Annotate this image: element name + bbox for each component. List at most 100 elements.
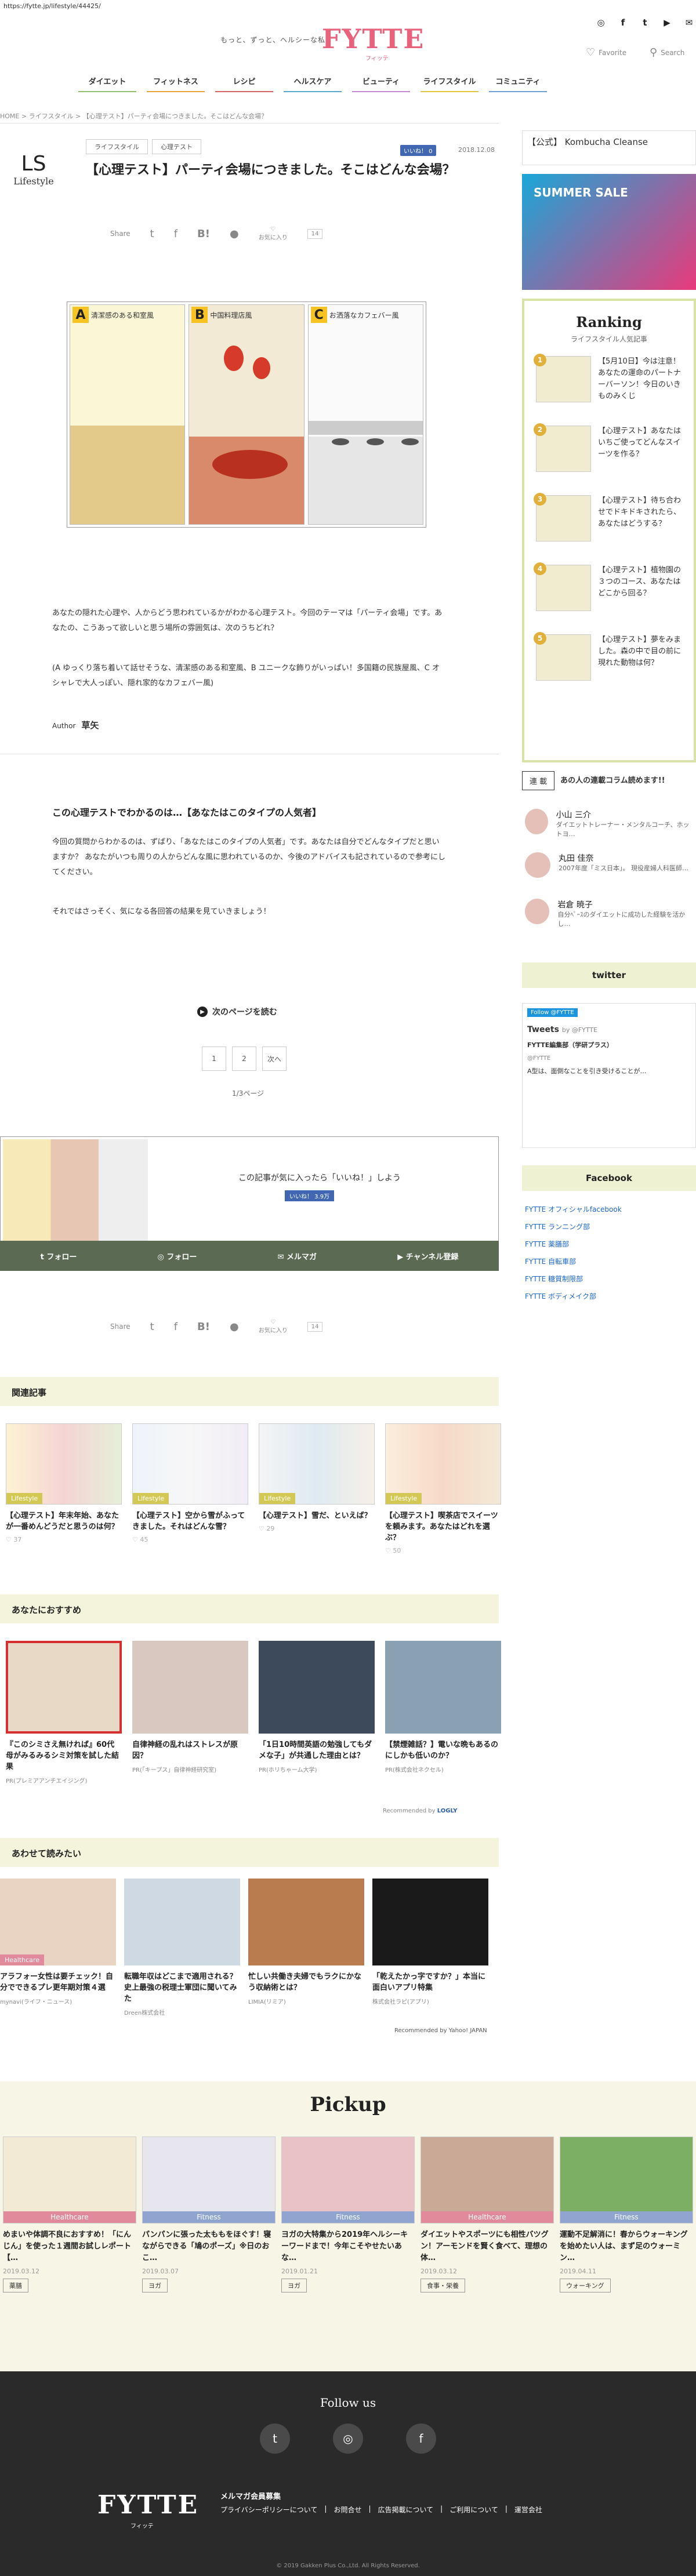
twitter-follow-button[interactable]: Follow @FYTTE bbox=[527, 1008, 578, 1017]
twitter-timeline[interactable]: Follow @FYTTE Tweets by @FYTTE FYTTE編集部（… bbox=[522, 1003, 696, 1148]
read-next-link[interactable]: ▶ 次のページを読む bbox=[197, 1006, 277, 1018]
newsletter-button[interactable]: ✉ メルマガ bbox=[278, 1251, 317, 1262]
facebook-icon[interactable]: f bbox=[174, 1321, 177, 1333]
line-icon[interactable]: ● bbox=[230, 228, 239, 240]
twitter-icon[interactable]: t bbox=[150, 1321, 154, 1333]
favorite-button[interactable]: ♡ お気に入り bbox=[259, 226, 288, 241]
recommend-card[interactable]: 自律神経の乱れはストレスが原因？ PR(「キープス」自律神経研究室) bbox=[132, 1641, 248, 1785]
tag-psych-test[interactable]: 心理テスト bbox=[152, 139, 201, 154]
youtube-subscribe-button[interactable]: ▶ チャンネル登録 bbox=[397, 1251, 458, 1262]
fb-like-button[interactable]: いいね！ 0 bbox=[400, 145, 436, 156]
pickup-card[interactable]: Fitness ヨガの大特集から2019年ヘルシーキーワードまで！今年こそやせたい… bbox=[281, 2137, 415, 2292]
also-read-card[interactable]: 「乾えたかっ字ですか？」本当に面白いアプリ特集 株式会社ラピ(アプリ) bbox=[372, 1879, 488, 2017]
ad-banner-kombucha[interactable]: 【公式】 Kombucha Cleanse bbox=[522, 130, 696, 165]
line-icon[interactable]: ● bbox=[230, 1321, 239, 1333]
ranking-item[interactable]: 1 【5月10日】今は注意！あなたの運命のパートナーバーソン！今日のいきものみくじ bbox=[534, 354, 687, 414]
nav-item[interactable]: ライフスタイル bbox=[420, 75, 478, 92]
ranking-item[interactable]: 2 【心理テスト】あなたはいちご使ってどんなスイーツを作る？ bbox=[534, 423, 687, 484]
tag-lifestyle[interactable]: ライフスタイル bbox=[86, 139, 148, 154]
article-thumbnail bbox=[3, 1139, 148, 1241]
related-card[interactable]: Lifestyle 【心理テスト】空から雪がふってきました。それはどんな雪？ ♡ 4… bbox=[132, 1423, 248, 1554]
nav-item[interactable]: ヘルスケア bbox=[284, 75, 342, 92]
related-card[interactable]: Lifestyle 【心理テスト】喫茶店でスイーツを頼みます。あなたはどれを選ぶ？… bbox=[385, 1423, 501, 1554]
nav-item[interactable]: コミュニティ bbox=[489, 75, 547, 92]
instagram-icon[interactable]: ◎ bbox=[333, 2424, 363, 2454]
nav-item[interactable]: レシピ bbox=[215, 75, 273, 92]
page-count: 1/3ページ bbox=[232, 1089, 264, 1098]
footer-link[interactable]: プライバシーポリシーについて bbox=[220, 2505, 317, 2515]
writer-item[interactable]: 岩倉 暁子 自分ﾍﾟｰｽのダイエットに成功した経験を活かし… bbox=[525, 899, 693, 929]
facebook-icon[interactable]: f bbox=[617, 16, 629, 29]
related-card[interactable]: Lifestyle 【心理テスト】雪だ、といえば？ ♡ 29 bbox=[259, 1423, 375, 1554]
also-read-card[interactable]: 転職年収はどこまで適用される？ 史上最強の税理士軍団に聞いてみた Dreen株式会… bbox=[124, 1879, 240, 2017]
page-next[interactable]: 次へ bbox=[262, 1047, 287, 1071]
youtube-icon[interactable]: ▶ bbox=[661, 16, 673, 29]
facebook-icon[interactable]: f bbox=[174, 228, 177, 240]
favorite-button[interactable]: ♡ お気に入り bbox=[259, 1319, 288, 1334]
article-paragraph: (A ゆっくり落ち着いて話せそうな、清潔感のある和室風、B ユニークな飾りがいっ… bbox=[52, 664, 440, 688]
pickup-card[interactable]: Fitness パンパンに張った太ももをほぐす！寝ながらできる「鳩のポーズ」※日の… bbox=[142, 2137, 276, 2292]
hatena-icon[interactable]: B! bbox=[197, 228, 210, 240]
facebook-link[interactable]: FYTTE 薬膳部 bbox=[525, 1239, 569, 1249]
nav-item[interactable]: フィットネス bbox=[147, 75, 205, 92]
twitter-icon[interactable]: t bbox=[639, 16, 651, 29]
recommend-footer[interactable]: Recommended by LOGLY bbox=[383, 1808, 458, 1814]
pickup-card[interactable]: Healthcare めまいや体調不良におすすめ！「にんじん」を使った１週間お試し… bbox=[3, 2137, 136, 2292]
also-read-card[interactable]: 忙しい共働き夫婦でもラクにかなう収納術とは？ LIMIA(リミア) bbox=[248, 1879, 364, 2017]
related-card[interactable]: Lifestyle 【心理テスト】年末年始、あなたが一番めんどうだと思うのは何？ ♡… bbox=[6, 1423, 122, 1554]
category-badge[interactable]: LS Lifestyle bbox=[10, 152, 57, 187]
pickup-card[interactable]: Fitness 運動不足解消に！春からウォーキングを始めたい人は、まず足のウォーミ… bbox=[560, 2137, 693, 2292]
footer-link[interactable]: お問合せ bbox=[334, 2505, 361, 2515]
twitter-icon[interactable]: t bbox=[260, 2424, 290, 2454]
pickup-card[interactable]: Healthcare ダイエットやスポーツにも相性バツグン！アーモンドを賢く食べて… bbox=[420, 2137, 554, 2292]
instagram-follow-button[interactable]: ◎ フォロー bbox=[158, 1251, 197, 1262]
search-icon: ⚲ bbox=[650, 46, 658, 59]
facebook-link[interactable]: FYTTE 糖質制限部 bbox=[525, 1274, 583, 1284]
facebook-link[interactable]: FYTTE 自転車部 bbox=[525, 1256, 576, 1266]
ranking-item[interactable]: 4 【心理テスト】植物園の３つのコース、あなたはどこから回る？ bbox=[534, 562, 687, 623]
card-image: Fitness bbox=[560, 2137, 693, 2223]
author[interactable]: Author 草矢 bbox=[52, 719, 99, 731]
also-read-footer[interactable]: Recommended by Yahoo! JAPAN bbox=[394, 2028, 487, 2034]
facebook-link[interactable]: FYTTE ボディメイク部 bbox=[525, 1291, 596, 1301]
page-link-1[interactable]: 1 bbox=[202, 1047, 226, 1071]
newsletter-link[interactable]: メルマガ会員募集 bbox=[220, 2490, 281, 2501]
footer-logo[interactable]: FYTTE bbox=[97, 2490, 199, 2520]
hatena-icon[interactable]: B! bbox=[197, 1321, 210, 1333]
footer-link[interactable]: 広告掲載について bbox=[378, 2505, 434, 2515]
also-read-card[interactable]: Healthcare アラフォー女性は要チェック！自分でできるプレ更年期対策４選 m… bbox=[0, 1879, 116, 2017]
twitter-icon[interactable]: t bbox=[150, 228, 154, 240]
site-logo[interactable]: FYTTE bbox=[322, 23, 425, 55]
card-image: Healthcare bbox=[420, 2137, 554, 2223]
recommend-card[interactable]: 「1日10時間英語の勉強してもダメな子」が共通した理由とは？ PR(ホリちゃーム大… bbox=[259, 1641, 375, 1785]
footer-logo-sub: フィッテ bbox=[130, 2523, 154, 2530]
ranking-item[interactable]: 5 【心理テスト】夢をみました。森の中で目の前に現れた動物は何？ bbox=[534, 632, 687, 692]
instagram-icon[interactable]: ◎ bbox=[594, 16, 607, 29]
facebook-link[interactable]: FYTTE ランニング部 bbox=[525, 1222, 590, 1231]
publish-date: 2018.12.08 bbox=[458, 146, 495, 154]
footer-link[interactable]: ご利用について bbox=[449, 2505, 498, 2515]
search-link[interactable]: ⚲ Search bbox=[650, 46, 684, 59]
email-icon[interactable]: ✉ bbox=[683, 16, 695, 29]
ad-banner-sale[interactable]: SUMMER SALE bbox=[522, 174, 696, 290]
favorite-link[interactable]: ♡ Favorite bbox=[586, 46, 626, 59]
page-link-2[interactable]: 2 bbox=[232, 1047, 256, 1071]
facebook-icon[interactable]: f bbox=[406, 2424, 436, 2454]
fb-like-button[interactable]: いいね！ 3.9万 bbox=[285, 1190, 335, 1201]
breadcrumb[interactable]: HOME > ライフスタイル > 【心理テスト】パーティ会場につきました。そこは… bbox=[0, 111, 267, 121]
writer-item[interactable]: 小山 三介 ダイエットトレーナー・メンタルコーチ、ホットヨ… bbox=[525, 809, 693, 839]
facebook-heading: Facebook bbox=[522, 1165, 696, 1191]
recommend-card[interactable]: 『このシミさえ無ければ』60代母がみるみるシミ対策を試した結果 PR(プレミアアン… bbox=[6, 1641, 122, 1785]
footer-link[interactable]: 運営会社 bbox=[514, 2505, 542, 2515]
like-prompt: この記事が気に入ったら「いいね！」しよう bbox=[238, 1173, 401, 1183]
recommend-card[interactable]: 【禁煙雑話？】電いな晩もあるのにしかも低いのか？ PR(株式会社ネクセル) bbox=[385, 1641, 501, 1785]
ranking-item[interactable]: 3 【心理テスト】待ち合わせでドキドキされたら、あなたはどうする？ bbox=[534, 493, 687, 553]
card-image: Fitness bbox=[281, 2137, 415, 2223]
ranking-title: Ranking bbox=[576, 314, 642, 330]
facebook-link[interactable]: FYTTE オフィシャルfacebook bbox=[525, 1204, 622, 1214]
heart-icon: ♡ bbox=[586, 46, 596, 59]
writer-item[interactable]: 丸田 佳奈 2007年度「ミス日本」。 現役産婦人科医師… bbox=[525, 852, 693, 878]
nav-item[interactable]: ビューティ bbox=[352, 75, 410, 92]
twitter-follow-button[interactable]: t フォロー bbox=[41, 1251, 77, 1262]
nav-item[interactable]: ダイエット bbox=[78, 75, 136, 92]
